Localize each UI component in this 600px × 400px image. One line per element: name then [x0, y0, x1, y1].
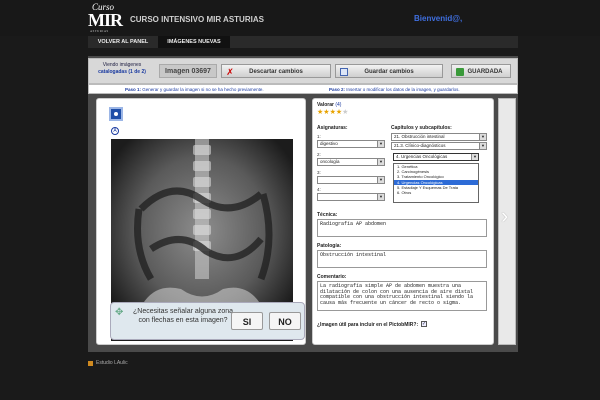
technique-label: Técnica: — [317, 212, 338, 218]
welcome-text: Bienvenid@, — [414, 14, 463, 23]
comment-label: Comentario: — [317, 274, 347, 280]
subject-select-1[interactable]: digestivo ▼ — [317, 140, 385, 148]
subject-num-1: 1: — [317, 134, 321, 139]
discard-label: Descartar cambios — [249, 69, 303, 75]
toolbar: Viendo imágenes catalogadas (1 de 2) Ima… — [88, 58, 518, 84]
yes-button[interactable]: SI — [231, 312, 263, 330]
chevron-right-icon[interactable]: › — [501, 203, 508, 229]
rating-stars[interactable]: ★★★★★ — [317, 108, 348, 116]
discard-changes-button[interactable]: ✗ Descartar cambios — [221, 64, 331, 78]
chevron-down-icon: ▼ — [377, 194, 384, 200]
footer-logo-icon — [88, 361, 93, 366]
pathology-label: Patología: — [317, 243, 342, 249]
chapter-select-1[interactable]: 21. Obstrucción intestinal ▼ — [391, 133, 487, 141]
image-number: Imagen 03697 — [159, 64, 217, 78]
saved-button[interactable]: GUARDADA — [451, 64, 511, 78]
chevron-down-icon: ▼ — [377, 141, 384, 147]
nav-bar: VOLVER AL PANEL IMÁGENES NUEVAS — [88, 36, 518, 48]
footer: Estudio LAulic — [88, 360, 518, 368]
pathology-input[interactable]: Obstrucción intestinal — [317, 250, 487, 268]
subject-num-4: 4: — [317, 187, 321, 192]
next-image-pane[interactable]: › — [498, 98, 516, 345]
chapter-value-2: 21.3. Clínico-diagnósticos — [394, 143, 446, 148]
logo-sub-text: ASTURIAS — [90, 29, 109, 33]
no-button[interactable]: NO — [269, 312, 301, 330]
step-2-title: Paso 2: — [329, 87, 346, 92]
chapter-dropdown-list[interactable]: 1. Genética 2. Carcinogénesis 3. Tratamien… — [393, 163, 479, 203]
step-1-text: Generar y guardar la imagen si no se ha … — [142, 87, 264, 92]
header: Curso MIR ASTURIAS CURSO INTENSIVO MIR A… — [0, 0, 600, 36]
subject-select-3[interactable]: ▼ — [317, 176, 385, 184]
step-1-title: Paso 1: — [125, 87, 142, 92]
save-icon — [340, 68, 348, 76]
subjects-label: Asignaturas: — [317, 125, 348, 131]
comment-input[interactable]: La radiografía simple AP de abdomen mues… — [317, 281, 487, 311]
annotate-prompt: ✥ ¿Necesitas señalar alguna zona con fle… — [110, 302, 305, 340]
footer-text: Estudio LAulic — [96, 360, 128, 366]
subject-value-1: digestivo — [320, 141, 338, 146]
step-1: Paso 1: Generar y guardar la imagen si n… — [125, 85, 264, 94]
step-2-text: Insertar o modificar los datos de la ima… — [346, 87, 460, 92]
subject-select-4[interactable]: ▼ — [317, 193, 385, 201]
viewing-status: Viendo imágenes catalogadas (1 de 2) — [93, 62, 151, 76]
subject-value-2: oncología — [320, 159, 340, 164]
chevron-down-icon: ▼ — [377, 159, 384, 165]
chapter-option[interactable]: 6. Otros — [394, 190, 478, 195]
step-2: Paso 2: Insertar o modificar los datos d… — [329, 85, 460, 94]
chapter-value-1: 21. Obstrucción intestinal — [394, 134, 445, 139]
logo-mir-text: MIR — [88, 10, 123, 30]
subject-num-3: 3: — [317, 170, 321, 175]
viewing-line1: Viendo imágenes — [102, 62, 142, 68]
chapters-label: Capítulos y subcapítulos: — [391, 125, 452, 131]
form-pane: Valorar (4) ★★★★★ Asignaturas: Capítulos… — [312, 98, 494, 345]
chevron-down-icon: ▼ — [479, 143, 486, 149]
save-label: Guardar cambios — [364, 69, 414, 75]
saved-icon — [456, 68, 464, 76]
tab-volver-al-panel[interactable]: VOLVER AL PANEL — [88, 36, 158, 48]
annotate-question: ¿Necesitas señalar alguna zona con flech… — [133, 308, 234, 324]
chapter-select-3[interactable]: 4. Urgencias Oncológicas ▼ — [393, 153, 479, 161]
arrows-icon: ✥ — [115, 307, 124, 318]
star-icon[interactable]: ★ — [342, 109, 348, 116]
steps-bar: Paso 1: Generar y guardar la imagen si n… — [88, 84, 518, 94]
view-eye-icon[interactable] — [109, 107, 123, 121]
saved-label: GUARDADA — [467, 69, 503, 75]
discard-icon: ✗ — [226, 67, 234, 77]
author-icon[interactable]: A — [111, 127, 119, 135]
subject-select-2[interactable]: oncología ▼ — [317, 158, 385, 166]
subject-num-2: 2: — [317, 152, 321, 157]
chapter-select-2[interactable]: 21.3. Clínico-diagnósticos ▼ — [391, 142, 487, 150]
page-title: CURSO INTENSIVO MIR ASTURIAS — [130, 15, 264, 24]
tab-imagenes-nuevas[interactable]: IMÁGENES NUEVAS — [158, 36, 230, 48]
save-changes-button[interactable]: Guardar cambios — [335, 64, 443, 78]
technique-input[interactable]: Radiografía AP abdomen — [317, 219, 487, 237]
pictobmir-checkbox[interactable]: ✓ — [421, 321, 427, 327]
chapter-value-3: 4. Urgencias Oncológicas — [396, 154, 448, 159]
viewing-line2: catalogadas (1 de 2) — [98, 69, 146, 75]
pictobmir-label: ¿Imagen útil para incluir en el PictobMI… — [317, 322, 419, 328]
logo[interactable]: Curso MIR ASTURIAS — [88, 2, 123, 34]
chevron-down-icon: ▼ — [471, 154, 478, 160]
chevron-down-icon: ▼ — [377, 177, 384, 183]
chevron-down-icon: ▼ — [479, 134, 486, 140]
